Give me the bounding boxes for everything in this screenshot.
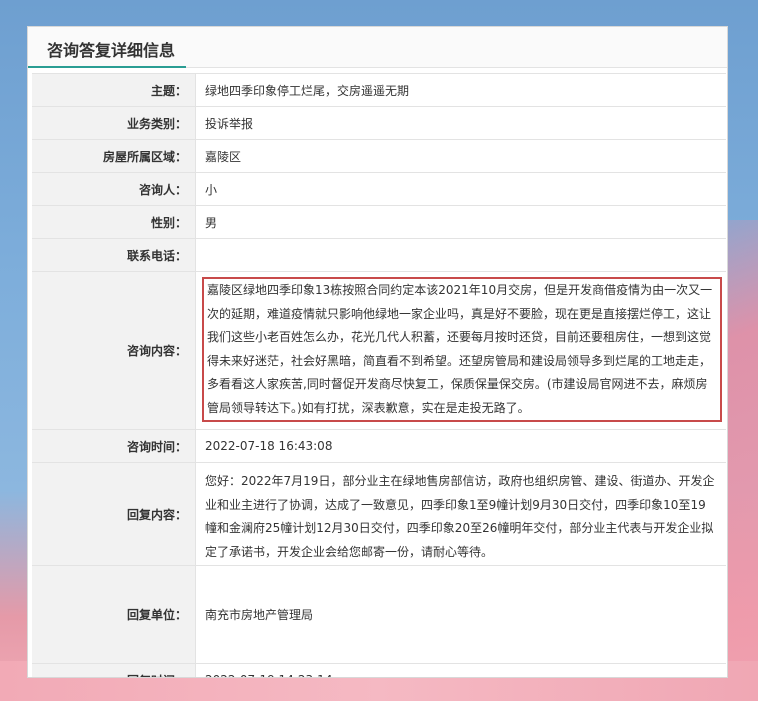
row-phone: 联系电话：: [32, 238, 726, 271]
detail-panel: 咨询答复详细信息 主题： 绿地四季印象停工烂尾，交房遥遥无期 业务类别： 投诉举…: [27, 26, 728, 678]
category-value: 投诉举报: [205, 116, 254, 131]
inquirer-value: 小: [205, 182, 218, 197]
reply-unit-label: 回复单位：: [32, 566, 196, 663]
reply-time-value: 2022-07-19 14:23:14: [196, 664, 726, 677]
subject-value: 绿地四季印象停工烂尾，交房遥遥无期: [205, 83, 410, 98]
region-label: 房屋所属区域：: [32, 140, 196, 172]
row-reply-unit: 回复单位： 南充市房地产管理局: [32, 565, 726, 663]
inquirer-label: 咨询人：: [32, 173, 196, 205]
reply-unit-value: 南充市房地产管理局: [205, 608, 314, 622]
inquiry-content-label: 咨询内容：: [32, 272, 196, 429]
subject-label: 主题：: [32, 74, 196, 106]
reply-content-value: 您好：2022年7月19日，部分业主在绿地售房部信访，政府也组织房管、建设、街道…: [205, 474, 715, 559]
inquiry-content-highlight: 嘉陵区绿地四季印象13栋按照合同约定本该2021年10月交房，但是开发商借疫情为…: [202, 277, 722, 422]
phone-value: [196, 239, 726, 271]
row-subject: 主题： 绿地四季印象停工烂尾，交房遥遥无期: [32, 73, 726, 106]
detail-table: 主题： 绿地四季印象停工烂尾，交房遥遥无期 业务类别： 投诉举报 房屋所属区域：…: [32, 73, 726, 677]
panel-title: 咨询答复详细信息: [47, 41, 176, 60]
row-region: 房屋所属区域： 嘉陵区: [32, 139, 726, 172]
inquiry-time-value: 2022-07-18 16:43:08: [205, 439, 333, 453]
row-inquiry-time: 咨询时间： 2022-07-18 16:43:08: [32, 429, 726, 462]
row-gender: 性别： 男: [32, 205, 726, 238]
row-reply-time: 回复时间： 2022-07-19 14:23:14: [32, 663, 726, 677]
title-underline: [28, 66, 186, 68]
region-value: 嘉陵区: [205, 149, 242, 164]
row-inquiry-content: 咨询内容： 嘉陵区绿地四季印象13栋按照合同约定本该2021年10月交房，但是开…: [32, 271, 726, 429]
reply-content-label: 回复内容：: [32, 463, 196, 565]
gender-value: 男: [205, 215, 218, 230]
panel-header: 咨询答复详细信息: [28, 27, 727, 68]
row-inquirer: 咨询人： 小: [32, 172, 726, 205]
gender-label: 性别：: [32, 206, 196, 238]
category-label: 业务类别：: [32, 107, 196, 139]
reply-time-label: 回复时间：: [32, 664, 196, 677]
row-reply-content: 回复内容： 您好：2022年7月19日，部分业主在绿地售房部信访，政府也组织房管…: [32, 462, 726, 565]
row-category: 业务类别： 投诉举报: [32, 106, 726, 139]
inquiry-time-label: 咨询时间：: [32, 430, 196, 462]
phone-label: 联系电话：: [32, 239, 196, 271]
inquiry-content-cell: 嘉陵区绿地四季印象13栋按照合同约定本该2021年10月交房，但是开发商借疫情为…: [196, 272, 726, 429]
